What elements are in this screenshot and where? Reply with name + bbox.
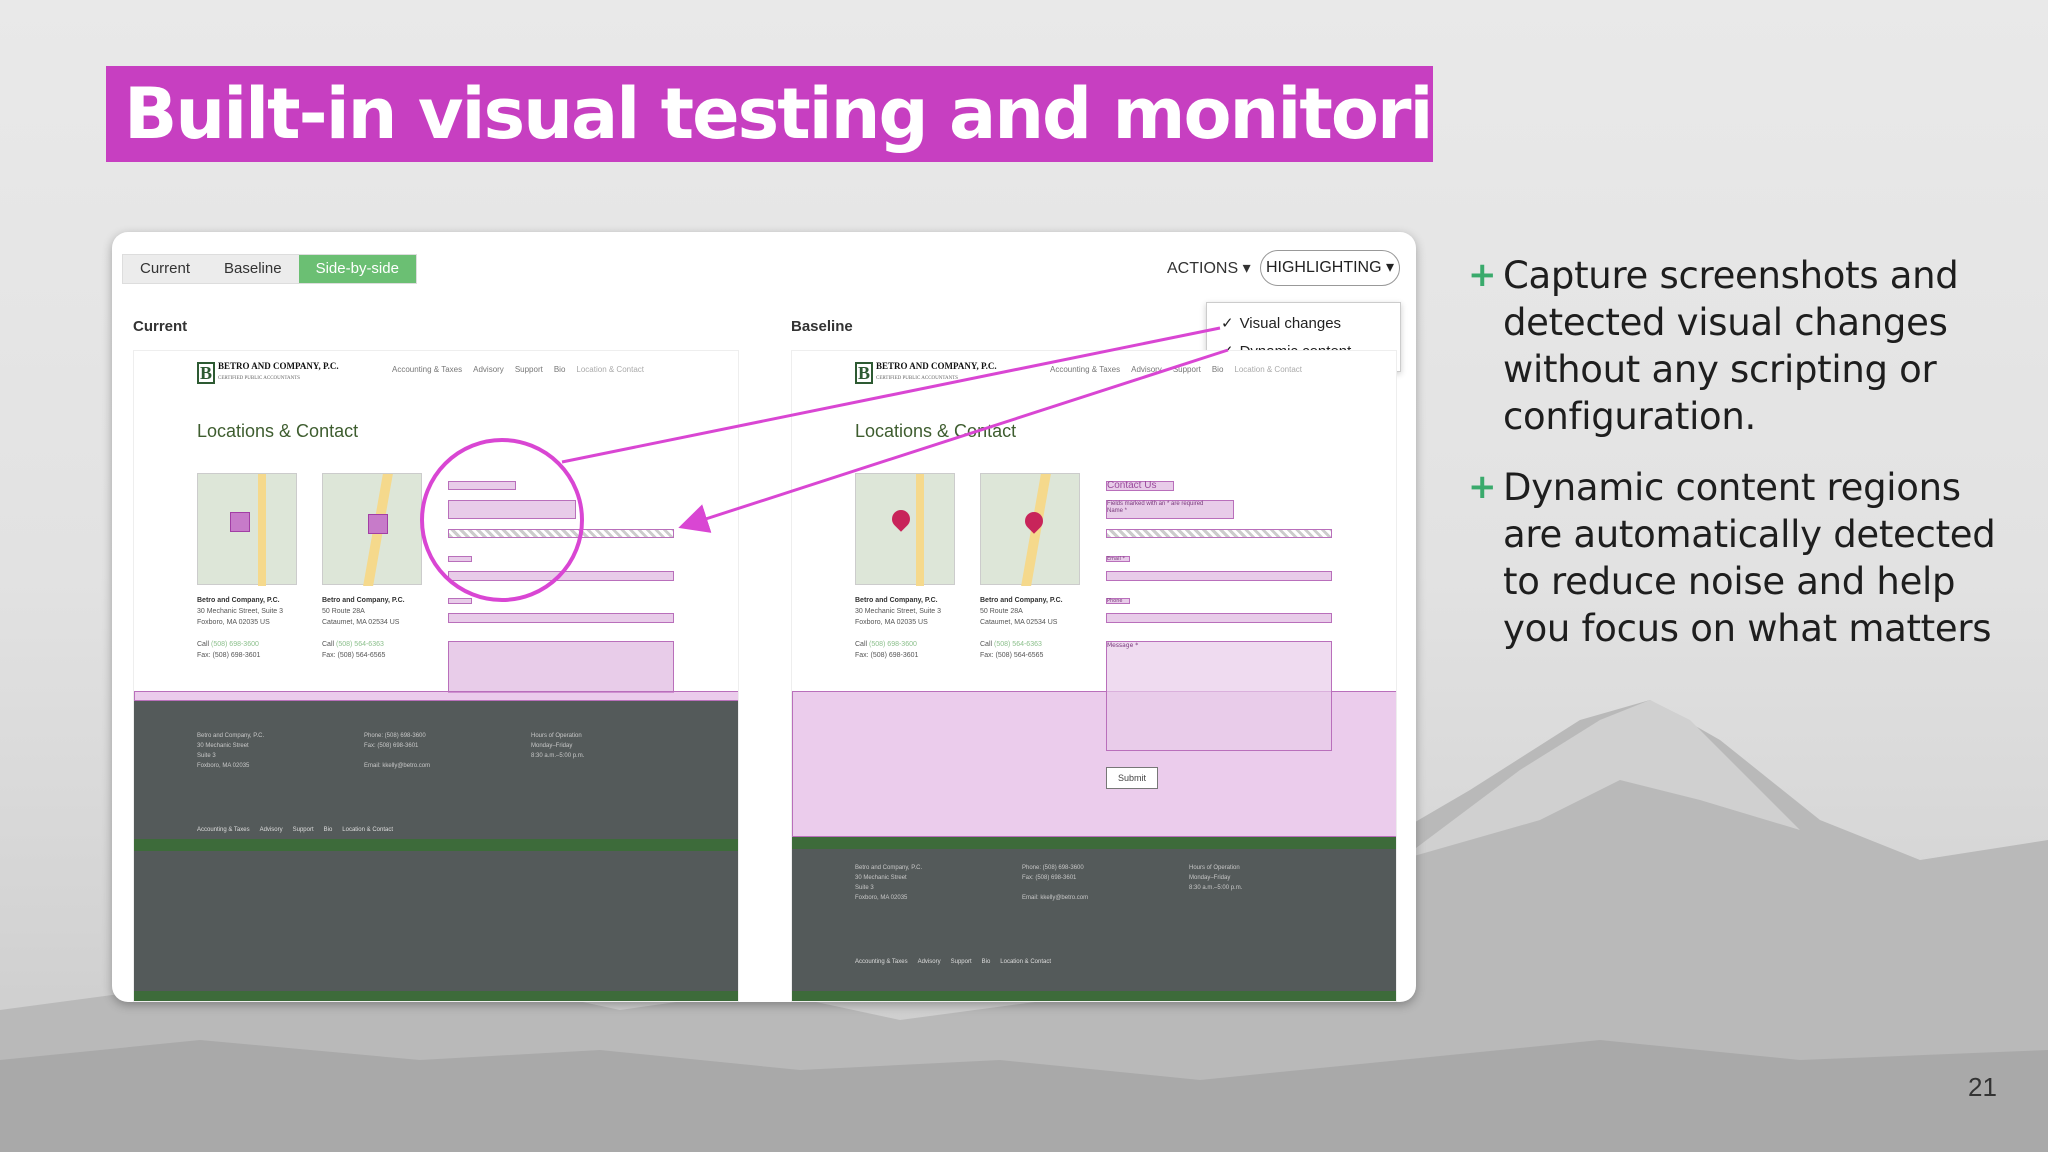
- address-cataumet: Betro and Company, P.C. 50 Route 28A Catau…: [322, 597, 405, 659]
- map-cataumet[interactable]: [980, 473, 1080, 586]
- change-marker: [230, 512, 250, 532]
- site-footer: Betro and Company, P.C. 30 Mechanic Stree…: [792, 849, 1396, 991]
- diff-region: [448, 598, 472, 604]
- menu-item-visual-changes[interactable]: ✓ Visual changes: [1221, 313, 1341, 335]
- nav-link[interactable]: Location & Contact: [576, 365, 644, 374]
- plus-icon: +: [1468, 467, 1497, 507]
- nav-link[interactable]: Bio: [554, 365, 566, 374]
- nav-link[interactable]: Support: [1173, 365, 1201, 374]
- footer-bar: [792, 991, 1396, 1001]
- change-marker: [368, 514, 388, 534]
- diff-region: [134, 691, 738, 701]
- checkmark-icon: ✓: [1221, 315, 1234, 332]
- diff-region: [448, 571, 674, 581]
- phone-field[interactable]: [1106, 613, 1332, 623]
- site-nav: Accounting & Taxes Advisory Support Bio …: [392, 365, 644, 374]
- footer-bar: [134, 991, 738, 1001]
- footer-nav: Accounting & Taxes Advisory Support Bio Loca…: [855, 959, 1051, 965]
- company-logo: B BETRO AND COMPANY, P.C. CERTIFIED PUBLI…: [855, 361, 997, 384]
- phone-label: Phone: [1106, 598, 1130, 604]
- address-cataumet: Betro and Company, P.C. 50 Route 28A Catau…: [980, 597, 1063, 659]
- nav-link[interactable]: Location & Contact: [1234, 365, 1302, 374]
- baseline-panel-label: Baseline: [791, 318, 853, 335]
- name-input[interactable]: [1106, 529, 1332, 538]
- site-footer: Betro and Company, P.C. 30 Mechanic Stree…: [134, 701, 738, 839]
- site-nav: Accounting & Taxes Advisory Support Bio …: [1050, 365, 1302, 374]
- map-foxborough[interactable]: [855, 473, 955, 586]
- contact-form-title: Contact Us: [1106, 481, 1174, 491]
- footer-bar: [134, 839, 738, 851]
- diff-region: [448, 481, 516, 490]
- email-field[interactable]: [1106, 571, 1332, 581]
- message-field[interactable]: Message *: [1106, 641, 1332, 751]
- tab-baseline[interactable]: Baseline: [207, 255, 299, 283]
- bullet-list: + Capture screenshots and detected visual…: [1468, 252, 2028, 676]
- footer-nav: Accounting & Taxes Advisory Support Bio Loca…: [197, 827, 393, 833]
- tab-current[interactable]: Current: [123, 255, 207, 283]
- page-number: 21: [1968, 1072, 1997, 1102]
- diff-region: [448, 613, 674, 623]
- nav-link[interactable]: Support: [515, 365, 543, 374]
- dynamic-region: [448, 529, 674, 538]
- view-tabs: Current Baseline Side-by-side: [122, 254, 417, 284]
- map-cataumet[interactable]: [322, 473, 422, 586]
- map-foxborough[interactable]: [197, 473, 297, 586]
- screenshot-frame: Current Baseline Side-by-side ACTIONS ▾ …: [112, 232, 1416, 1002]
- submit-button[interactable]: Submit: [1106, 767, 1158, 789]
- form-note: Fields marked with an * are required Name…: [1106, 500, 1234, 519]
- diff-region: [448, 556, 472, 562]
- company-logo: B BETRO AND COMPANY, P.C. CERTIFIED PUBLI…: [197, 361, 339, 384]
- bullet-item: + Dynamic content regions are automatical…: [1468, 466, 1996, 650]
- address-foxboro: Betro and Company, P.C. 30 Mechanic Stree…: [197, 597, 283, 659]
- nav-link[interactable]: Accounting & Taxes: [392, 365, 462, 374]
- diff-region: [448, 500, 576, 519]
- address-foxboro: Betro and Company, P.C. 30 Mechanic Stree…: [855, 597, 941, 659]
- highlighting-dropdown[interactable]: HIGHLIGHTING ▾: [1260, 250, 1400, 286]
- nav-link[interactable]: Accounting & Taxes: [1050, 365, 1120, 374]
- baseline-page: B BETRO AND COMPANY, P.C. CERTIFIED PUBLI…: [791, 350, 1397, 1002]
- plus-icon: +: [1468, 255, 1497, 295]
- actions-dropdown[interactable]: ACTIONS ▾: [1167, 257, 1251, 281]
- diff-region: [448, 641, 674, 693]
- nav-link[interactable]: Advisory: [473, 365, 504, 374]
- map-pin-icon: [888, 506, 914, 532]
- nav-link[interactable]: Bio: [1212, 365, 1224, 374]
- tab-side-by-side[interactable]: Side-by-side: [298, 255, 416, 283]
- site-footer-extra: [134, 851, 738, 991]
- email-label: Email *: [1106, 556, 1130, 562]
- nav-link[interactable]: Advisory: [1131, 365, 1162, 374]
- page-heading: Locations & Contact: [197, 421, 359, 441]
- bullet-item: + Capture screenshots and detected visual…: [1468, 254, 1959, 438]
- current-panel-label: Current: [133, 318, 188, 335]
- page-heading: Locations & Contact: [855, 421, 1017, 441]
- current-page: B BETRO AND COMPANY, P.C. CERTIFIED PUBLI…: [133, 350, 739, 1002]
- slide-title: Built-in visual testing and monitoring: [106, 66, 1433, 162]
- footer-bar: [792, 837, 1396, 849]
